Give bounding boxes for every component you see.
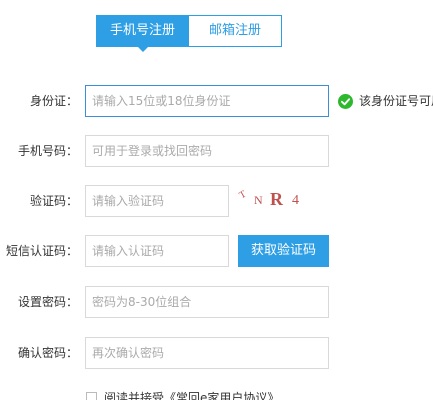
valid-message-text: 该身份证号可用 [359,94,433,108]
password-row: 设置密码： [0,286,433,318]
agreement-checkbox[interactable] [86,391,97,400]
captcha-char-4: 4 [292,193,299,208]
sms-row: 短信认证码： 获取验证码 [0,235,433,267]
phone-label: 手机号码： [17,144,78,158]
confirm-password-input[interactable] [85,337,329,369]
sms-label: 短信认证码： [5,244,78,258]
id-card-label: 身份证： [29,94,78,108]
captcha-input[interactable] [85,185,229,217]
phone-row: 手机号码： [0,135,433,167]
agreement-text[interactable]: 阅读并接受《常回e家用户协议》 [104,389,279,400]
registration-form: 手机号注册 邮箱注册 身份证： 该身份证号可用 手机号码： 验证码： T N R… [0,0,433,400]
tab-email-register[interactable]: 邮箱注册 [189,15,282,47]
id-card-row: 身份证： 该身份证号可用 [0,85,433,117]
agreement-row: 阅读并接受《常回e家用户协议》 [86,389,279,400]
captcha-row: 验证码： T N R 4 [0,185,433,217]
tab-phone-register[interactable]: 手机号注册 [96,15,189,52]
captcha-char-3: R [270,189,284,209]
captcha-image[interactable]: T N R 4 [238,185,318,217]
confirm-password-label: 确认密码： [17,346,78,360]
captcha-char-2: N [254,193,263,207]
phone-input[interactable] [85,135,329,167]
id-card-valid-message: 该身份证号可用 [338,85,433,117]
registration-tabs: 手机号注册 邮箱注册 [96,15,282,52]
check-circle-icon [338,93,353,109]
password-input[interactable] [85,286,329,318]
password-label: 设置密码： [17,295,78,309]
id-card-input[interactable] [85,85,329,117]
confirm-password-row: 确认密码： [0,337,433,369]
get-sms-code-button[interactable]: 获取验证码 [238,235,329,267]
captcha-char-1: T [238,189,248,202]
captcha-label: 验证码： [29,194,78,208]
sms-code-input[interactable] [85,235,229,267]
